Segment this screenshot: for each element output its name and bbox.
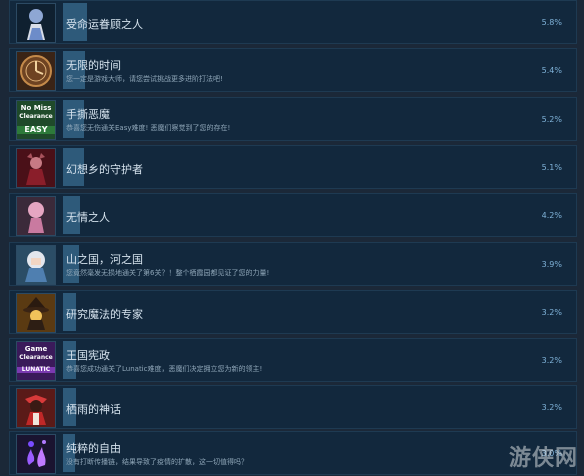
purple-flame-crystals-icon: [16, 434, 56, 474]
unlock-percentage: 3.2%: [541, 308, 562, 317]
unlock-percentage: 3.9%: [541, 260, 562, 269]
red-shrine-maiden-portrait-icon: [16, 388, 56, 428]
achievement-description: 恭喜您无伤通关Easy难度! 恶魔们察觉到了您的存在!: [66, 124, 231, 132]
achievement-title: 栖雨的神话: [66, 403, 121, 416]
unlock-percentage: 5.2%: [541, 115, 562, 124]
badge-bottom-text: EASY: [17, 126, 55, 134]
badge-mid-text: Clearance: [19, 113, 53, 120]
achievement-title: 研究魔法的专家: [66, 308, 143, 321]
watermark-logo: 游侠网: [508, 446, 578, 471]
achievement-row[interactable]: 无限的时间 您一定是游戏大师，请您尝试挑战更多进阶打法吧! 5.4%: [9, 48, 577, 92]
achievement-row[interactable]: 幻想乡的守护者 5.1%: [9, 145, 577, 189]
unlock-percentage: 5.4%: [541, 66, 562, 75]
white-haired-girl-portrait-icon: [16, 245, 56, 285]
game-clearance-lunatic-badge-icon: Game Clearance LUNATIC: [16, 341, 56, 381]
unlock-percentage: 5.8%: [541, 18, 562, 27]
achievement-row[interactable]: 研究魔法的专家 3.2%: [9, 290, 577, 334]
achievement-row[interactable]: 山之国，河之国 您竟然毫发无损地通关了第6关？！整个栖霞园都见证了您的力量! 3…: [9, 242, 577, 286]
achievement-title: 王国宪政: [66, 349, 110, 362]
witch-hat-portrait-icon: [16, 293, 56, 333]
achievement-row[interactable]: 纯粹的自由 没有打断传播链，结果导致了疫情的扩散，这一切值得吗？ 3.0%: [9, 431, 577, 475]
unlock-percentage: 3.2%: [541, 356, 562, 365]
achievement-title: 手撕恶魔: [66, 108, 110, 121]
achievement-row[interactable]: 无情之人 4.2%: [9, 193, 577, 237]
achievement-description: 恭喜您成功通关了Lunatic难度，恶魔们决定拥立您为新的领主!: [66, 365, 263, 373]
badge-mid-text: Clearance: [19, 354, 53, 361]
achievement-row[interactable]: Game Clearance LUNATIC 王国宪政 恭喜您成功通关了Luna…: [9, 338, 577, 382]
clock-face-icon: [16, 51, 56, 91]
achievement-row[interactable]: No Miss Clearance EASY 手撕恶魔 恭喜您无伤通关Easy难…: [9, 97, 577, 141]
achievement-title: 幻想乡的守护者: [66, 163, 143, 176]
achievement-list: 受命运眷顾之人 5.8% 无限的时间 您一定是游戏大师，请您尝试挑战更多进阶打法…: [0, 0, 584, 476]
achievement-title: 受命运眷顾之人: [66, 18, 143, 31]
achievement-description: 您一定是游戏大师，请您尝试挑战更多进阶打法吧!: [66, 75, 223, 83]
badge-bottom-text: LUNATIC: [17, 367, 55, 373]
unlock-percentage: 3.2%: [541, 403, 562, 412]
unlock-percentage: 4.2%: [541, 211, 562, 220]
blue-haired-girl-portrait-icon: [16, 3, 56, 43]
no-miss-clearance-easy-badge-icon: No Miss Clearance EASY: [16, 100, 56, 140]
badge-top-text: No Miss: [20, 104, 52, 112]
achievement-title: 山之国，河之国: [66, 253, 143, 266]
achievement-row[interactable]: 栖雨的神话 3.2%: [9, 385, 577, 429]
pink-haired-girl-portrait-icon: [16, 196, 56, 236]
unlock-percentage: 5.1%: [541, 163, 562, 172]
achievement-description: 没有打断传播链，结果导致了疫情的扩散，这一切值得吗？: [66, 458, 248, 466]
achievement-row[interactable]: 受命运眷顾之人 5.8%: [9, 0, 577, 44]
achievement-title: 纯粹的自由: [66, 442, 121, 455]
badge-top-text: Game: [24, 345, 48, 353]
achievement-title: 无情之人: [66, 211, 110, 224]
achievement-title: 无限的时间: [66, 59, 121, 72]
red-robed-figure-portrait-icon: [16, 148, 56, 188]
achievement-description: 您竟然毫发无损地通关了第6关？！整个栖霞园都见证了您的力量!: [66, 269, 270, 277]
